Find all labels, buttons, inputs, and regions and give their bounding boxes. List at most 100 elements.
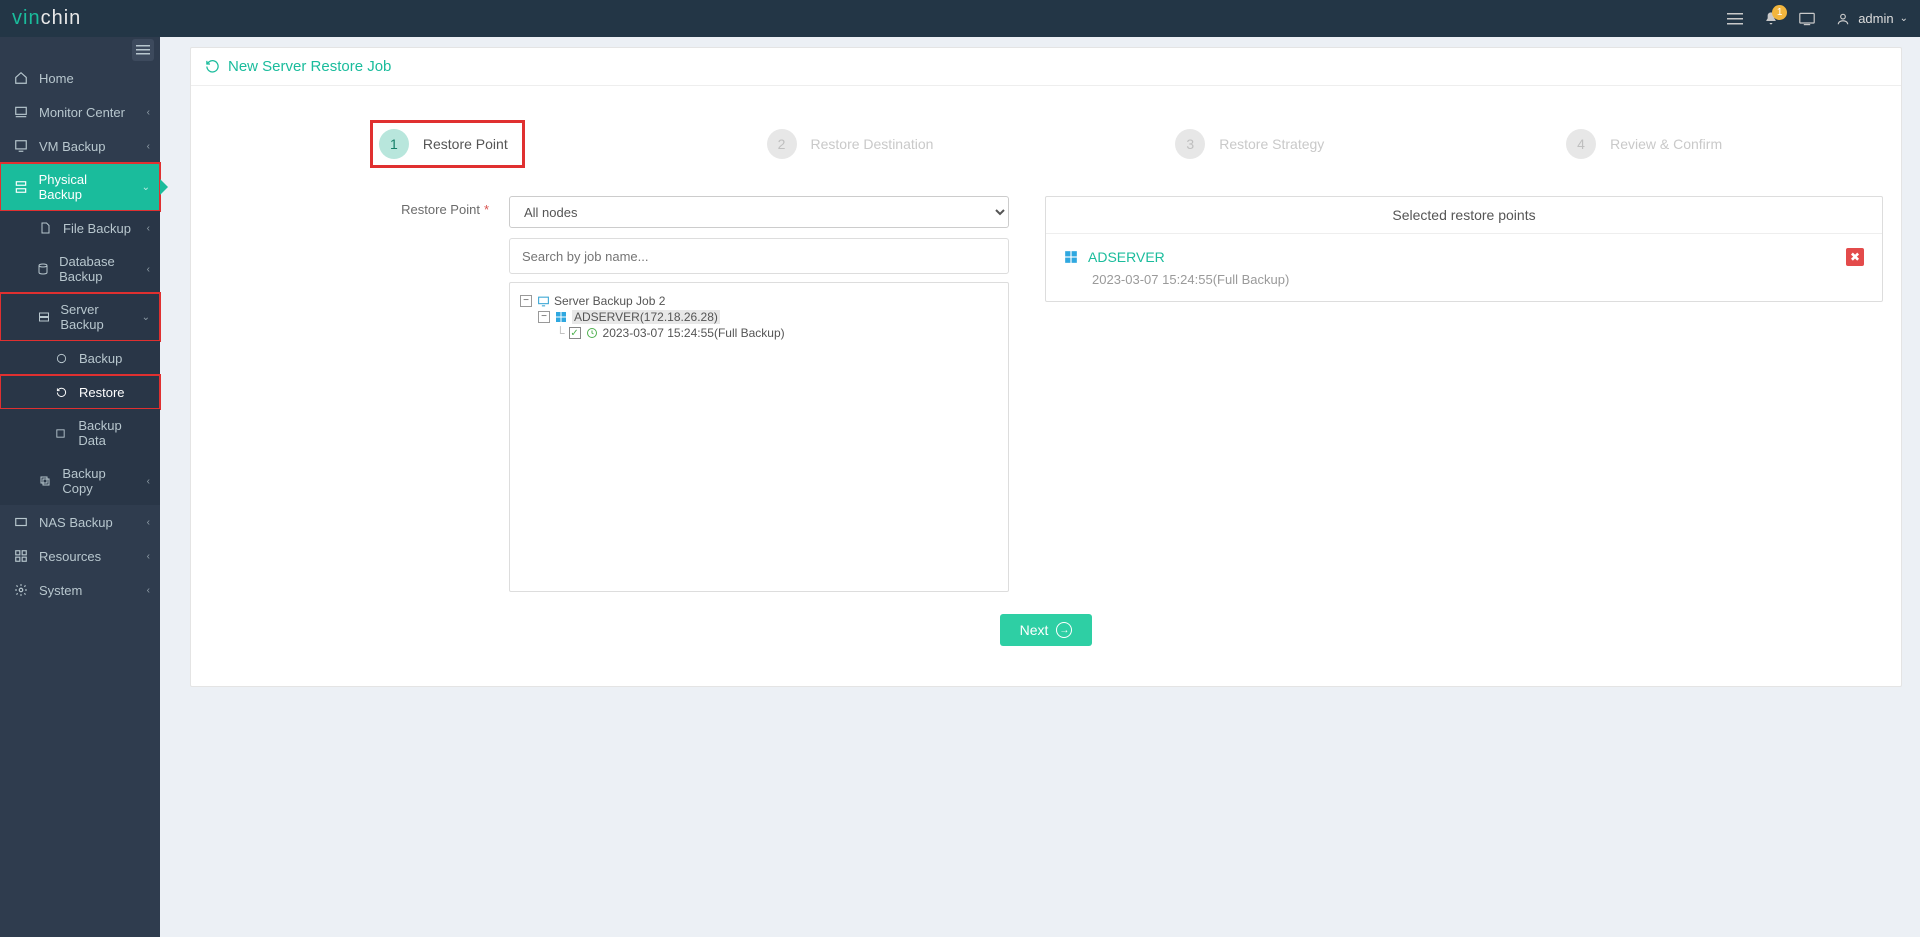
nas-icon xyxy=(13,514,29,530)
tree-point-label: 2023-03-07 15:24:55(Full Backup) xyxy=(603,326,785,340)
list-icon[interactable] xyxy=(1726,10,1744,28)
brand-part2: chin xyxy=(41,7,82,29)
step-1[interactable]: 1 Restore Point xyxy=(370,120,525,168)
tree-branch-icon: └ xyxy=(556,326,565,340)
tree-server-row[interactable]: − ADSERVER(172.18.26.28) xyxy=(520,309,998,325)
step-indicator: 1 Restore Point 2 Restore Destination 3 … xyxy=(209,104,1883,196)
vm-icon xyxy=(13,138,29,154)
chevron-left-icon: ‹ xyxy=(147,517,150,528)
search-input[interactable] xyxy=(510,239,1008,273)
sidebar-label-physicalbackup: Physical Backup xyxy=(39,172,132,202)
chevron-left-icon: ‹ xyxy=(147,141,150,152)
chevron-down-icon: ⌄ xyxy=(142,312,150,323)
step-4-label: Review & Confirm xyxy=(1610,136,1722,152)
sidebar-item-restore[interactable]: Restore xyxy=(0,375,160,409)
job-icon xyxy=(536,294,550,308)
card-header: New Server Restore Job xyxy=(191,48,1901,86)
selected-panel-title: Selected restore points xyxy=(1046,197,1882,234)
step-1-circle: 1 xyxy=(379,129,409,159)
notification-bell-icon[interactable]: 1 xyxy=(1762,10,1780,28)
required-mark: * xyxy=(484,202,489,217)
sidebar-item-home[interactable]: Home xyxy=(0,61,160,95)
gear-icon xyxy=(13,582,29,598)
next-button-label: Next xyxy=(1020,622,1049,638)
right-column: Selected restore points ADSERVER ✖ 2023-… xyxy=(1045,196,1883,592)
step-3[interactable]: 3 Restore Strategy xyxy=(1175,120,1324,168)
chevron-down-icon: ⌄ xyxy=(1900,13,1908,24)
sidebar-item-filebackup[interactable]: File Backup ‹ xyxy=(0,211,160,245)
user-icon xyxy=(1834,10,1852,28)
selected-server-name: ADSERVER xyxy=(1088,249,1165,265)
sidebar-item-resources[interactable]: Resources ‹ xyxy=(0,539,160,573)
active-marker-icon xyxy=(160,179,168,195)
tree-point-row[interactable]: └ ✓ 2023-03-07 15:24:55(Full Backup) xyxy=(520,325,998,341)
brand-part1: vin xyxy=(12,7,41,29)
tree-job-label: Server Backup Job 2 xyxy=(554,294,665,308)
sidebar-item-vmbackup[interactable]: VM Backup ‹ xyxy=(0,129,160,163)
screen-icon[interactable] xyxy=(1798,10,1816,28)
sidebar-label-backupcopy: Backup Copy xyxy=(62,466,136,496)
windows-icon xyxy=(1064,250,1078,264)
sidebar-label-vmbackup: VM Backup xyxy=(39,139,105,154)
restore-title-icon xyxy=(205,59,220,74)
wizard-card: New Server Restore Job 1 Restore Point 2… xyxy=(190,47,1902,687)
step-1-label: Restore Point xyxy=(423,136,508,152)
step-4-circle: 4 xyxy=(1566,129,1596,159)
sidebar: Home Monitor Center ‹ VM Backup ‹ Physic… xyxy=(0,37,160,937)
sidebar-label-serverbackup: Server Backup xyxy=(60,302,131,332)
step-2-circle: 2 xyxy=(767,129,797,159)
sidebar-collapse-row xyxy=(0,37,160,61)
sidebar-burger-icon[interactable] xyxy=(132,39,154,61)
node-select[interactable]: All nodes xyxy=(509,196,1009,228)
user-menu[interactable]: admin ⌄ xyxy=(1834,10,1908,28)
home-icon xyxy=(13,70,29,86)
header-right: 1 admin ⌄ xyxy=(1726,10,1908,28)
sidebar-label-restore: Restore xyxy=(79,385,125,400)
user-label: admin xyxy=(1858,11,1893,26)
tree-job-row[interactable]: − Server Backup Job 2 xyxy=(520,293,998,309)
step-2[interactable]: 2 Restore Destination xyxy=(767,120,934,168)
server-icon xyxy=(37,309,50,325)
sidebar-item-backupdata[interactable]: Backup Data xyxy=(0,409,160,457)
resources-icon xyxy=(13,548,29,564)
tree-collapse-icon[interactable]: − xyxy=(520,295,532,307)
app-header: vinchin 1 admin ⌄ xyxy=(0,0,1920,37)
sidebar-item-backup[interactable]: Backup xyxy=(0,341,160,375)
clock-icon xyxy=(585,326,599,340)
sidebar-item-backupcopy[interactable]: Backup Copy ‹ xyxy=(0,457,160,505)
copy-icon xyxy=(37,473,52,489)
file-icon xyxy=(37,220,53,236)
restore-point-tree: − Server Backup Job 2 − ADSERVER(172.18.… xyxy=(509,282,1009,592)
selected-point-time: 2023-03-07 15:24:55(Full Backup) xyxy=(1064,272,1864,287)
step-4[interactable]: 4 Review & Confirm xyxy=(1566,120,1722,168)
sidebar-item-dbbackup[interactable]: Database Backup ‹ xyxy=(0,245,160,293)
chevron-left-icon: ‹ xyxy=(147,585,150,596)
footer-bar: Next → xyxy=(209,592,1883,656)
mid-column: All nodes − Server Backup Job 2 xyxy=(509,196,1009,592)
physical-backup-icon xyxy=(13,179,29,195)
sidebar-item-serverbackup[interactable]: Server Backup ⌄ xyxy=(0,293,160,341)
sidebar-item-monitor[interactable]: Monitor Center ‹ xyxy=(0,95,160,129)
remove-selected-button[interactable]: ✖ xyxy=(1846,248,1864,266)
sidebar-label-backupdata: Backup Data xyxy=(78,418,150,448)
sidebar-label-resources: Resources xyxy=(39,549,101,564)
selected-point-item: ADSERVER ✖ 2023-03-07 15:24:55(Full Back… xyxy=(1046,234,1882,293)
sidebar-item-physicalbackup[interactable]: Physical Backup ⌄ xyxy=(0,163,160,211)
chevron-left-icon: ‹ xyxy=(147,223,150,234)
arrow-right-icon: → xyxy=(1056,622,1072,638)
restore-icon xyxy=(53,384,69,400)
sidebar-item-system[interactable]: System ‹ xyxy=(0,573,160,607)
next-button[interactable]: Next → xyxy=(1000,614,1093,646)
tree-server-ip: (172.18.26.28) xyxy=(640,310,718,324)
checkbox-checked-icon[interactable]: ✓ xyxy=(569,327,581,339)
tree-collapse-icon[interactable]: − xyxy=(538,311,550,323)
step-3-label: Restore Strategy xyxy=(1219,136,1324,152)
restore-point-label: Restore Point * xyxy=(209,196,489,592)
restore-point-label-text: Restore Point xyxy=(401,202,480,217)
windows-icon xyxy=(554,310,568,324)
sidebar-item-nasbackup[interactable]: NAS Backup ‹ xyxy=(0,505,160,539)
selected-points-panel: Selected restore points ADSERVER ✖ 2023-… xyxy=(1045,196,1883,302)
chevron-down-icon: ⌄ xyxy=(142,182,150,193)
sidebar-label-nasbackup: NAS Backup xyxy=(39,515,113,530)
step-3-circle: 3 xyxy=(1175,129,1205,159)
